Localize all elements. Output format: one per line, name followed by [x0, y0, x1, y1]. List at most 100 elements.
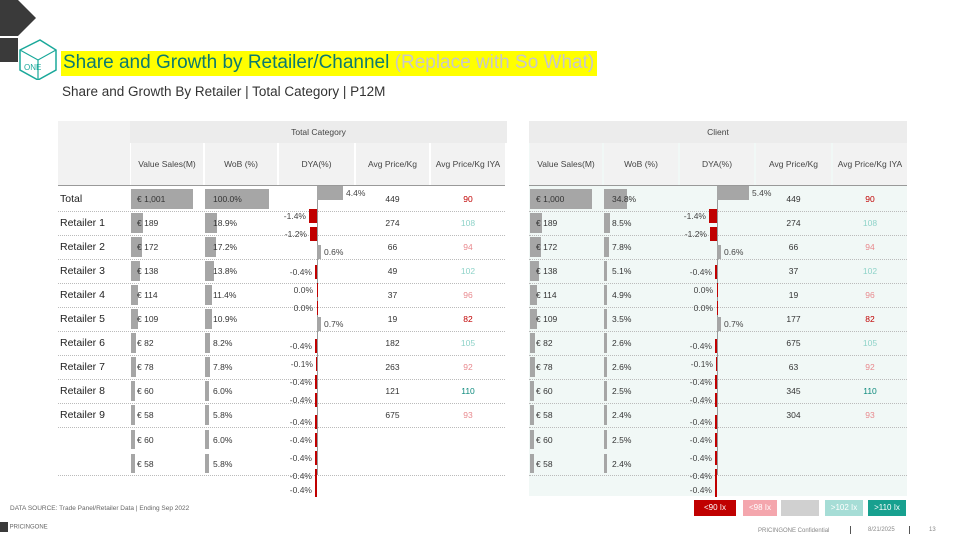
right-col-header-4: Avg Price/Kg IYA — [833, 143, 907, 185]
left-value-sales-label: € 189 — [137, 218, 159, 228]
left-wob-label: 17.2% — [213, 242, 238, 252]
left-dya-label: -1.2% — [284, 229, 307, 239]
left-dya-bar — [315, 433, 317, 447]
left-dya-bar — [315, 375, 317, 389]
right-dya-label: -1.2% — [684, 229, 707, 239]
right-value-sales-label: € 1,000 — [536, 194, 565, 204]
right-value-sales-label: € 78 — [536, 362, 553, 372]
right-value-sales-label: € 60 — [536, 435, 553, 445]
right-wob-bar — [604, 333, 607, 353]
left-col-header-1-line1: WoB (%) — [224, 158, 258, 169]
left-wob-label: 6.0% — [213, 386, 233, 396]
left-col-header-0: Value Sales (M) — [131, 143, 203, 185]
left-avg-price: 19 — [387, 314, 398, 324]
left-dya-label: 0.0% — [293, 285, 313, 295]
right-dya-bar — [709, 209, 717, 223]
company-logo: ONE — [0, 0, 60, 81]
left-row-divider — [58, 475, 505, 476]
right-wob-bar — [604, 430, 607, 449]
left-wob-bar — [205, 430, 209, 449]
title-highlight: Share and Growth by Retailer/Channel (Re… — [61, 51, 598, 76]
right-dya-label: -1.4% — [683, 211, 706, 221]
left-avg-price-iya: 93 — [463, 410, 473, 420]
bottom-logo-text: PRICINGONE — [9, 524, 48, 531]
left-avg-price-iya: 108 — [460, 218, 476, 228]
right-dya-label: -0.4% — [689, 377, 712, 387]
right-wob-label: 2.4% — [612, 410, 632, 420]
right-avg-price-iya: 93 — [865, 410, 875, 420]
left-avg-price: 49 — [387, 266, 398, 276]
right-wob-label: 2.4% — [612, 459, 632, 469]
left-avg-price: 37 — [387, 290, 398, 300]
left-col-header-2-line2: (%) — [318, 158, 332, 169]
right-value-sales-bar — [530, 381, 534, 401]
right-wob-bar — [604, 405, 607, 425]
left-value-sales-label: € 172 — [137, 242, 159, 252]
right-dya-bar — [715, 393, 717, 407]
right-value-sales-label: € 114 — [536, 290, 557, 300]
right-row-divider — [529, 331, 907, 332]
left-col-header-0-line1: Value Sales — [138, 158, 183, 169]
right-dya-bar — [715, 483, 717, 497]
right-row-divider — [529, 235, 907, 236]
legend-item-0: <90 Ix — [694, 500, 736, 516]
right-wob-label: 2.5% — [612, 435, 632, 445]
right-dya-label: -0.4% — [689, 395, 712, 405]
right-avg-price: 177 — [786, 314, 801, 324]
right-avg-price-iya: 82 — [865, 314, 875, 324]
left-col-header-3-line1: Avg Price — [368, 158, 405, 169]
row-label: Retailer 6 — [60, 337, 105, 349]
left-dya-bar — [317, 283, 318, 297]
left-avg-price-iya: 92 — [463, 362, 473, 372]
left-dya-label: -1.4% — [283, 211, 306, 221]
left-wob-label: 10.9% — [213, 314, 238, 324]
left-wob-bar — [205, 309, 212, 329]
left-dya-bar — [317, 186, 343, 200]
left-wob-bar — [205, 381, 209, 401]
right-wob-label: 5.1% — [612, 266, 632, 276]
row-label: Retailer 7 — [60, 361, 105, 373]
left-wob-label: 5.8% — [213, 459, 233, 469]
row-label: Retailer 5 — [60, 313, 105, 325]
left-dya-bar — [316, 357, 317, 371]
right-wob-bar — [604, 285, 607, 305]
left-wob-label: 6.0% — [213, 435, 233, 445]
left-avg-price-iya: 105 — [460, 338, 476, 348]
right-col-header-2: DYA (%) — [680, 143, 754, 185]
left-avg-price-iya: 102 — [460, 266, 476, 276]
page-subtitle: Share and Growth By Retailer | Total Cat… — [62, 84, 386, 99]
row-label: Retailer 8 — [60, 385, 105, 397]
left-value-sales-label: € 1,001 — [137, 194, 166, 204]
right-value-sales-label: € 138 — [536, 266, 558, 276]
right-wob-label: 2.6% — [612, 338, 632, 348]
left-wob-bar — [205, 357, 210, 377]
left-value-sales-bar — [131, 454, 135, 473]
right-row-divider — [529, 379, 907, 380]
right-dya-bar — [717, 186, 749, 200]
left-avg-price-iya: 90 — [463, 194, 473, 204]
right-value-sales-bar — [530, 333, 535, 353]
right-dya-label: -0.4% — [689, 417, 712, 427]
left-value-sales-bar — [131, 430, 135, 449]
right-dya-label: -0.1% — [690, 359, 713, 369]
right-row-divider — [529, 307, 907, 308]
left-wob-bar — [205, 454, 209, 473]
left-col-header-4-line1: Avg Price — [435, 158, 473, 169]
left-row-divider — [58, 355, 505, 356]
left-wob-label: 100.0% — [213, 194, 242, 204]
right-value-sales-label: € 58 — [536, 410, 553, 420]
right-value-sales-bar — [530, 357, 535, 377]
right-dya-label: -0.4% — [689, 341, 712, 351]
group-header-client: Client — [529, 121, 907, 143]
right-dya-label: -0.4% — [689, 453, 712, 463]
left-value-sales-bar — [131, 357, 136, 377]
left-dya-label: -0.4% — [289, 435, 312, 445]
left-dya-bar — [315, 339, 317, 353]
left-dya-bar — [315, 469, 317, 483]
left-dya-bar — [317, 245, 321, 259]
left-wob-label: 13.8% — [213, 266, 238, 276]
left-dya-bar — [317, 317, 321, 331]
left-dya-label: -0.4% — [289, 417, 312, 427]
right-dya-label: 5.4% — [752, 188, 772, 198]
right-col-header-0-line2: (M) — [581, 158, 595, 169]
